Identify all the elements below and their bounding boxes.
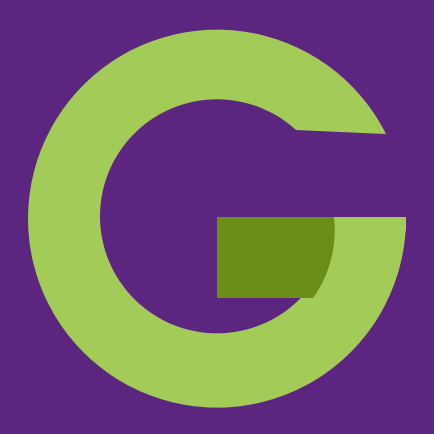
g-logo-icon xyxy=(0,0,434,434)
g-inner-square xyxy=(217,217,335,298)
app-icon xyxy=(0,0,434,434)
